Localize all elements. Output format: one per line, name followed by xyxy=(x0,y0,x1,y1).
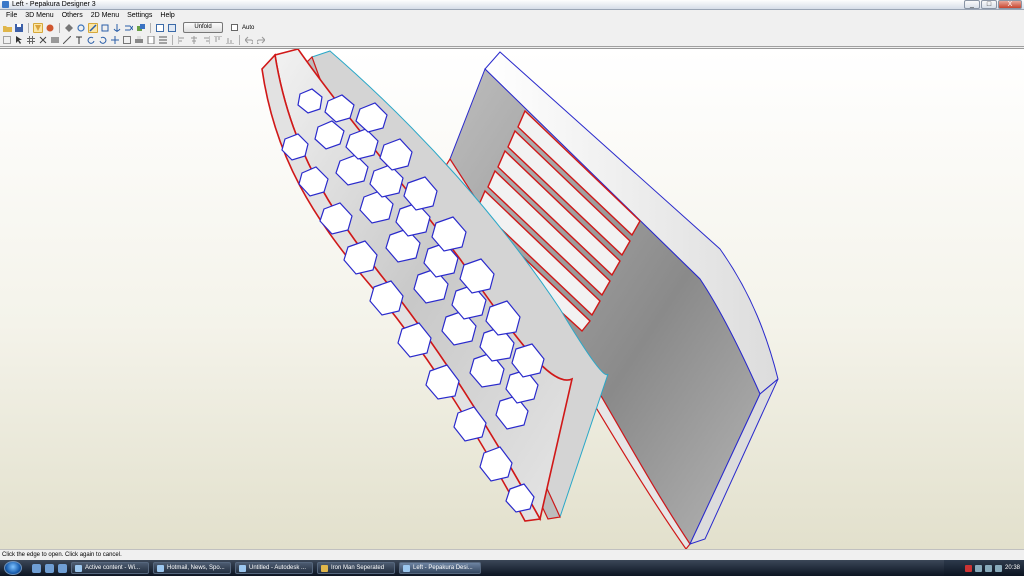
shuffle-icon[interactable] xyxy=(124,23,134,33)
toolbar-separator xyxy=(59,22,60,33)
3d-viewport[interactable] xyxy=(0,48,1024,549)
switch-windows-icon[interactable] xyxy=(45,563,54,573)
edit-edge-icon[interactable] xyxy=(88,22,98,33)
toolbar-separator xyxy=(150,22,151,33)
taskbar-item-hotmail[interactable]: Hotmail, News, Spo... xyxy=(153,562,231,574)
quick-launch xyxy=(32,563,67,573)
menu-2d[interactable]: 2D Menu xyxy=(87,12,123,19)
taskbar-item-label: Iron Man Seperated xyxy=(331,565,385,571)
taskbar-item-label: Hotmail, News, Spo... xyxy=(167,565,225,571)
join-edge-icon[interactable] xyxy=(100,23,110,33)
pointer-icon[interactable] xyxy=(14,35,24,45)
close-button[interactable]: X xyxy=(998,0,1022,9)
open-folder-icon[interactable] xyxy=(2,23,12,33)
menu-others[interactable]: Others xyxy=(58,12,87,19)
menu-3d[interactable]: 3D Menu xyxy=(21,12,57,19)
undo-icon[interactable] xyxy=(244,35,254,45)
toolbar-separator xyxy=(172,35,173,45)
view-model-icon[interactable] xyxy=(33,22,43,33)
clock[interactable]: 20:38 xyxy=(1005,565,1020,571)
redo-icon[interactable] xyxy=(256,35,266,45)
text-icon[interactable] xyxy=(74,35,84,45)
select-icon[interactable] xyxy=(2,35,12,45)
pepakura-app-icon xyxy=(403,564,410,572)
taskbar-item-active-content[interactable]: Active content - Wi... xyxy=(71,562,149,574)
add-part-icon[interactable] xyxy=(136,23,146,33)
toolbar-separator xyxy=(239,35,240,45)
taskbar-item-iron-man-folder[interactable]: Iron Man Seperated xyxy=(317,562,395,574)
taskbar-item-label: Untitled - Autodesk ... xyxy=(249,565,307,571)
taskbar-item-autodesk[interactable]: Untitled - Autodesk ... xyxy=(235,562,313,574)
start-button-icon[interactable] xyxy=(4,561,22,575)
fold-icon[interactable] xyxy=(62,35,72,45)
taskbar-item-label: Active content - Wi... xyxy=(85,565,141,571)
align-center-icon[interactable] xyxy=(189,35,199,45)
page-icon[interactable] xyxy=(146,35,156,45)
status-bar: Click the edge to open. Click again to c… xyxy=(0,549,1024,560)
network-icon[interactable] xyxy=(974,564,982,572)
taskbar-item-pepakura[interactable]: Left - Pepakura Desi... xyxy=(399,562,481,574)
maximize-button[interactable]: □ xyxy=(981,0,997,9)
window-controls: _ □ X xyxy=(964,0,1022,9)
scissors-icon[interactable] xyxy=(38,35,48,45)
print-icon[interactable] xyxy=(134,35,144,45)
folder-icon xyxy=(321,564,328,572)
main-toolbar: Unfold Auto xyxy=(0,21,1024,34)
taskbar-item-label: Left - Pepakura Desi... xyxy=(413,565,473,571)
security-icon[interactable] xyxy=(994,564,1002,572)
minimize-button[interactable]: _ xyxy=(964,0,980,9)
align-left-icon[interactable] xyxy=(177,35,187,45)
toolbar-separator xyxy=(28,22,29,33)
auto-checkbox[interactable] xyxy=(231,24,238,31)
anchor-icon[interactable] xyxy=(112,23,122,33)
grid-icon[interactable] xyxy=(26,35,36,45)
frame-icon[interactable] xyxy=(167,23,177,33)
auto-checkbox-label: Auto xyxy=(242,24,255,31)
zoom-area-icon[interactable] xyxy=(122,35,132,45)
3d-model-render[interactable] xyxy=(0,49,1024,549)
rotate-cw-icon[interactable] xyxy=(98,35,108,45)
align-top-icon[interactable] xyxy=(213,35,223,45)
rotate-icon[interactable] xyxy=(76,23,86,33)
internet-explorer-icon xyxy=(75,564,82,572)
unfold-button[interactable]: Unfold xyxy=(183,22,223,33)
menu-settings[interactable]: Settings xyxy=(123,12,156,19)
pepakura-app-icon xyxy=(2,1,9,8)
internet-explorer-icon[interactable] xyxy=(58,563,67,573)
menu-bar: File 3D Menu Others 2D Menu Settings Hel… xyxy=(0,10,1024,21)
system-tray: 20:38 xyxy=(944,560,1024,576)
align-bottom-icon[interactable] xyxy=(225,35,235,45)
align-right-icon[interactable] xyxy=(201,35,211,45)
menu-help[interactable]: Help xyxy=(156,12,178,19)
status-text: Click the edge to open. Click again to c… xyxy=(2,552,122,558)
window-title: Left - Pepakura Designer 3 xyxy=(12,1,96,8)
app-window: Left - Pepakura Designer 3 _ □ X File 3D… xyxy=(0,0,1024,560)
show-desktop-icon[interactable] xyxy=(32,563,41,573)
title-bar[interactable]: Left - Pepakura Designer 3 _ □ X xyxy=(0,0,1024,10)
window-icon[interactable] xyxy=(155,23,165,33)
list-icon[interactable] xyxy=(158,35,168,45)
layout-icon[interactable] xyxy=(50,35,60,45)
move-icon[interactable] xyxy=(110,35,120,45)
language-icon[interactable] xyxy=(964,564,972,572)
autodesk-icon xyxy=(239,564,246,572)
secondary-toolbar xyxy=(0,34,1024,47)
menu-file[interactable]: File xyxy=(2,12,21,19)
rotate-ccw-icon[interactable] xyxy=(86,35,96,45)
flip-icon[interactable] xyxy=(64,23,74,33)
texture-icon[interactable] xyxy=(45,23,55,33)
save-icon[interactable] xyxy=(14,23,24,33)
volume-icon[interactable] xyxy=(984,564,992,572)
windows-taskbar: Active content - Wi... Hotmail, News, Sp… xyxy=(0,560,1024,576)
internet-explorer-icon xyxy=(157,564,164,572)
